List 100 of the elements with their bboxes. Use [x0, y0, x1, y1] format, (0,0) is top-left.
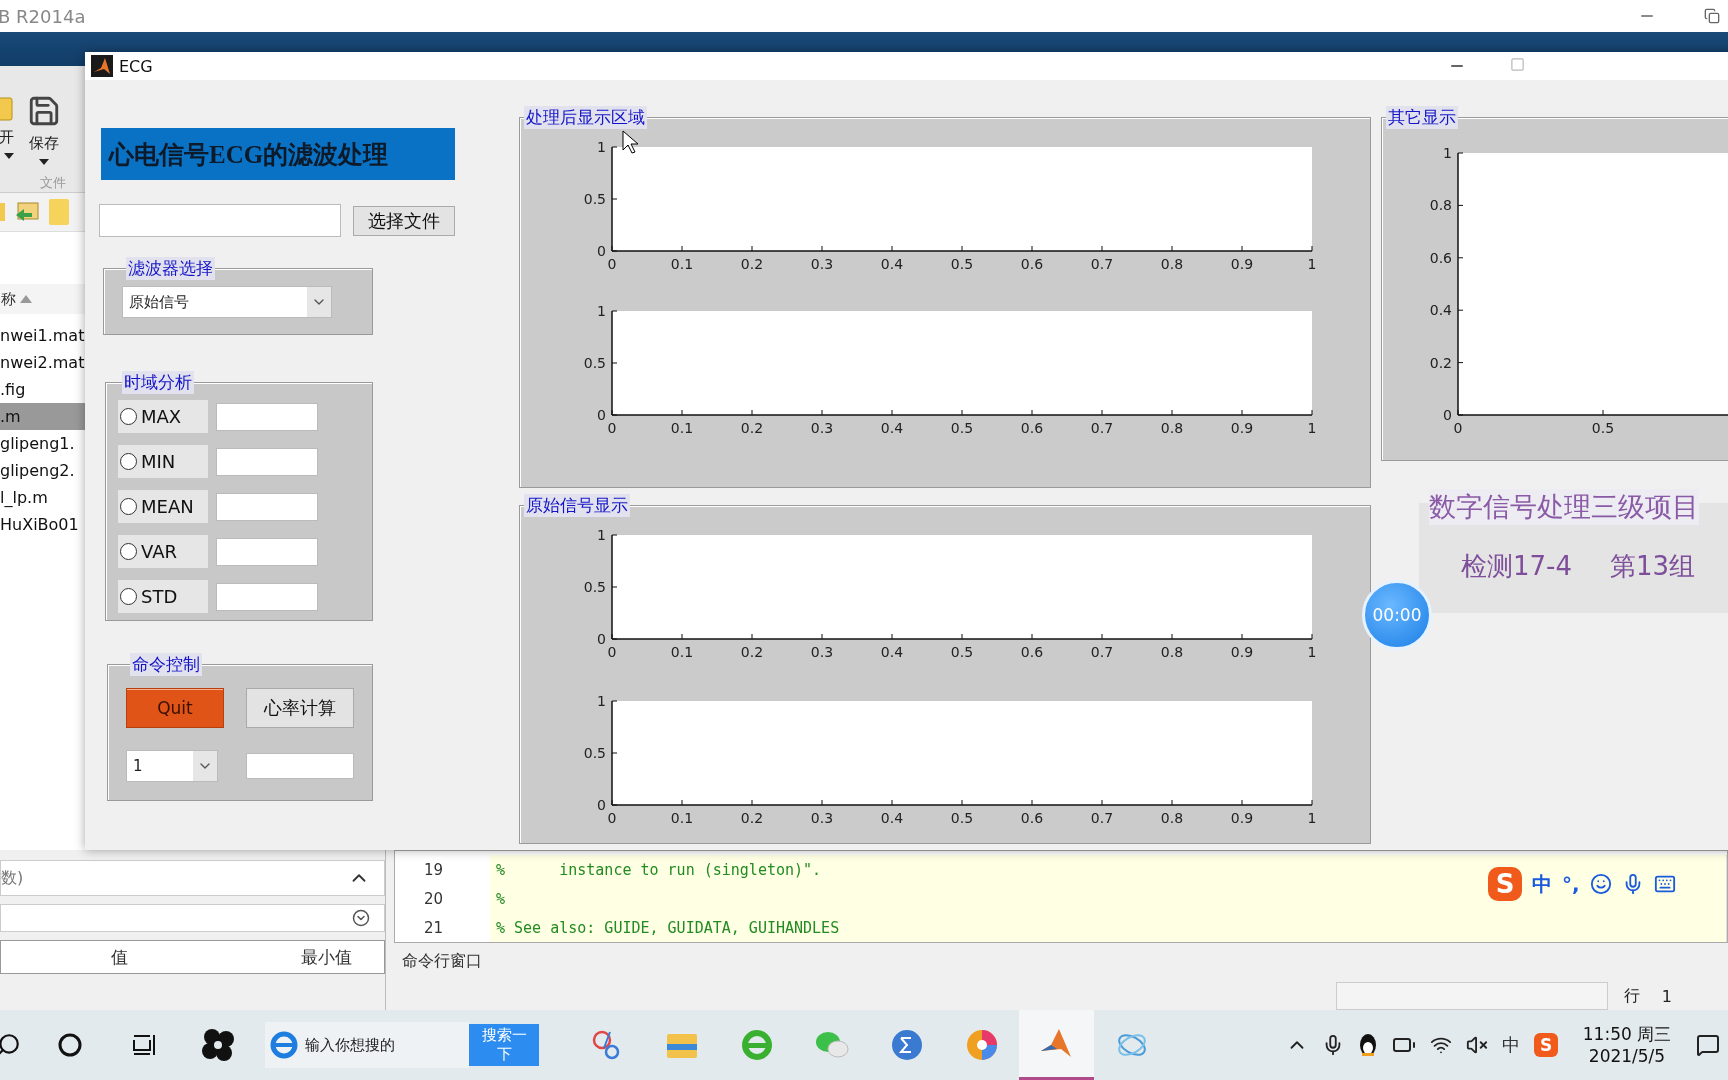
toolbar-label: 开 [0, 128, 14, 147]
file-item[interactable]: nwei2.mat [0, 349, 85, 376]
tick-label: 0 [607, 810, 617, 826]
restore-icon[interactable] [1704, 8, 1720, 24]
search-box[interactable]: 输入你想搜的 [265, 1022, 469, 1068]
tick-label: 0.5 [583, 579, 606, 595]
tick-label: 0.1 [670, 256, 694, 272]
formula-icon[interactable] [889, 1028, 924, 1062]
radio-option[interactable]: STD [118, 580, 208, 613]
column-header: 称 [1, 289, 16, 309]
tick-label: 0.6 [1020, 420, 1044, 436]
clock[interactable]: 11:50 周三 2021/5/5 [1572, 1022, 1682, 1068]
tick-label: 0.8 [1160, 644, 1184, 660]
radio-button[interactable] [120, 588, 137, 605]
line-number: 21 [422, 918, 444, 937]
value-field[interactable] [216, 492, 318, 521]
tick-label: 0.6 [1020, 256, 1044, 272]
radio-button[interactable] [120, 543, 137, 560]
ring-icon[interactable] [57, 1032, 83, 1058]
emoji-icon[interactable] [1589, 873, 1612, 895]
caret-icon [4, 153, 14, 159]
tick-label: 0.3 [810, 420, 834, 436]
tick-label: 1 [597, 139, 606, 155]
value-field[interactable] [216, 402, 318, 431]
tick-label: 0.1 [670, 810, 694, 826]
tick-label: 0.1 [670, 420, 694, 436]
radio-option[interactable]: MEAN [118, 490, 208, 523]
tick-label: 0 [597, 407, 606, 423]
tick-label: 0.5 [950, 644, 974, 660]
tick-label: 0.4 [880, 256, 904, 272]
tick-label: 1 [1307, 644, 1317, 660]
tick-label: 1 [1307, 256, 1317, 272]
tick-label: 0 [597, 797, 606, 813]
notification-icon[interactable] [1696, 1033, 1720, 1057]
tick-label: 0.5 [1591, 420, 1615, 436]
tick-label: 0.4 [1429, 302, 1452, 319]
radio-option[interactable]: VAR [118, 535, 208, 568]
dropdown-icon[interactable] [352, 909, 370, 927]
keyboard-icon[interactable] [1653, 873, 1676, 895]
save-icon[interactable] [27, 94, 61, 128]
result-field[interactable] [246, 753, 354, 779]
project-title: 数字信号处理三级项目 [1429, 489, 1699, 525]
tick-label: 0.9 [1230, 644, 1254, 660]
input-language[interactable]: 中 [1502, 1033, 1520, 1057]
tick-label: 0.3 [810, 810, 834, 826]
quit-button[interactable]: Quit [126, 688, 224, 728]
mute-icon[interactable] [1466, 1034, 1488, 1056]
tick-label: 1 [597, 527, 606, 543]
value-field[interactable] [216, 537, 318, 566]
file-item[interactable]: .fig [0, 376, 85, 403]
tick-label: 0.5 [583, 355, 606, 371]
file-item[interactable]: glipeng2. [0, 457, 85, 484]
tick-label: 0 [607, 256, 617, 272]
tick-label: 0.2 [740, 256, 764, 272]
tick-label: 0.2 [740, 420, 764, 436]
tick-label: 0.1 [670, 644, 694, 660]
status-value: 1 [1660, 986, 1673, 1006]
radio-button[interactable] [120, 498, 137, 515]
tick-label: 0.9 [1230, 256, 1254, 272]
tick-label: 0.8 [1160, 810, 1184, 826]
tick-label: 0 [1443, 407, 1452, 423]
channel-dropdown[interactable]: 1 [126, 750, 218, 782]
value-field[interactable] [216, 582, 318, 611]
tick-label: 0.5 [950, 810, 974, 826]
file-item[interactable]: HuXiBo01 [0, 511, 85, 538]
filter-dropdown[interactable]: 原始信号 [122, 286, 332, 318]
panel-title: 处理后显示区域 [524, 107, 647, 129]
pinwheel-icon[interactable] [199, 1027, 236, 1063]
tick-label: 0.8 [1160, 256, 1184, 272]
radio-option[interactable]: MAX [118, 400, 208, 433]
radio-button[interactable] [120, 408, 137, 425]
panel-title: 时域分析 [122, 372, 194, 394]
class-label: 检测17-4 [1461, 550, 1572, 583]
file-item[interactable]: l_lp.m [0, 484, 85, 511]
tick-label: 0.9 [1230, 420, 1254, 436]
radio-button[interactable] [120, 453, 137, 470]
panel-title: 其它显示 [1386, 107, 1458, 129]
file-item[interactable]: glipeng1. [0, 430, 85, 457]
mouse-cursor-icon [622, 130, 638, 154]
line-number: 19 [422, 860, 444, 879]
tick-label: 0.2 [740, 644, 764, 660]
window-title: ECG [119, 56, 153, 76]
tick-label: 0.5 [950, 256, 974, 272]
tick-label: 1 [597, 693, 606, 709]
value-field[interactable] [216, 447, 318, 476]
heart-rate-button[interactable]: 心率计算 [246, 688, 354, 728]
penguin-icon[interactable] [1358, 1033, 1378, 1057]
file-item[interactable]: .m [0, 403, 85, 430]
file-path-field[interactable] [99, 204, 341, 237]
status-label: 行 [1622, 985, 1641, 1007]
radio-option[interactable]: MIN [118, 445, 208, 478]
tick-label: 0 [1453, 420, 1463, 436]
panel-title: 滤波器选择 [126, 258, 215, 280]
choose-file-button[interactable]: 选择文件 [353, 205, 455, 236]
panel-title: 命令控制 [130, 654, 202, 676]
tick-label: 0.7 [1090, 644, 1114, 660]
task-view-icon[interactable] [132, 1032, 158, 1058]
file-item[interactable]: nwei1.mat [0, 322, 85, 349]
tick-label: 0.2 [1429, 354, 1452, 371]
tick-label: 0.6 [1429, 249, 1452, 266]
